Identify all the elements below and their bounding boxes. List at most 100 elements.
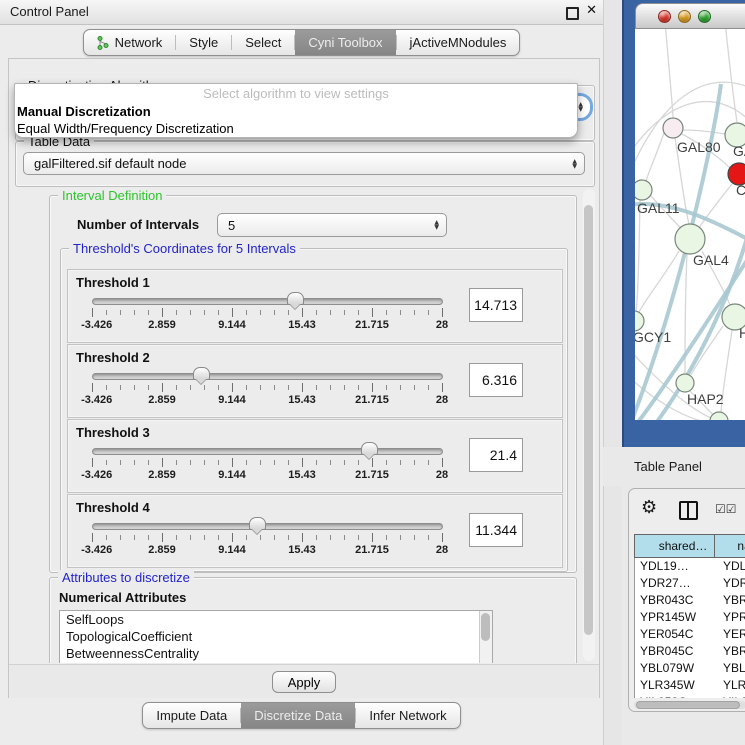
table-row[interactable]: YBR045CYBR045C bbox=[635, 643, 745, 660]
number-of-intervals-spinner[interactable]: 5 ▲▼ bbox=[217, 213, 447, 237]
close-traffic-light-icon[interactable] bbox=[658, 10, 671, 23]
network-node-gal11[interactable] bbox=[635, 180, 652, 200]
tab-select[interactable]: Select bbox=[232, 30, 294, 55]
table-cell-name[interactable]: YPR145W bbox=[716, 609, 745, 626]
threshold-value-input[interactable]: 6.316 bbox=[469, 363, 523, 397]
tab-style[interactable]: Style bbox=[176, 30, 231, 55]
slider-tick-label: 15.43 bbox=[288, 544, 316, 556]
table-cell-shared[interactable]: YBR045C bbox=[635, 643, 716, 660]
tab-cyni-toolbox[interactable]: Cyni Toolbox bbox=[295, 30, 395, 55]
column-header-shared[interactable]: shared… bbox=[635, 535, 715, 557]
table-cell-shared[interactable]: YIL052C bbox=[635, 694, 716, 698]
control-panel-window: Control Panel ✕ NetworkStyleSelectCyni T… bbox=[0, 0, 603, 745]
threshold-value-input[interactable]: 11.344 bbox=[469, 513, 523, 547]
table-cell-shared[interactable]: YDR27… bbox=[635, 575, 716, 592]
table-cell-name[interactable]: YBL079W bbox=[716, 660, 745, 677]
checkboxes-icon[interactable]: ☑☑ bbox=[715, 502, 737, 516]
list-scrollbar[interactable] bbox=[479, 611, 492, 663]
panel-vertical-scrollbar[interactable] bbox=[583, 189, 595, 661]
network-node-gal80[interactable] bbox=[663, 118, 683, 138]
attribute-list-item[interactable]: TopologicalCoefficient bbox=[60, 628, 492, 645]
threshold-slider-track[interactable] bbox=[92, 298, 443, 305]
float-window-icon[interactable] bbox=[566, 7, 579, 20]
tab-network[interactable]: Network bbox=[84, 30, 176, 55]
tab-label: Discretize Data bbox=[254, 708, 342, 723]
threshold-panel-1: Threshold 1 -3.4262.8599.14415.4321.7152… bbox=[67, 269, 563, 343]
slider-tick-label: 28 bbox=[436, 544, 448, 556]
slider-tick-label: 28 bbox=[436, 394, 448, 406]
table-row[interactable]: YLR345WYLR345W bbox=[635, 677, 745, 694]
table-cell-shared[interactable]: YPR145W bbox=[635, 609, 716, 626]
slider-minor-ticks bbox=[92, 310, 444, 315]
threshold-slider-thumb[interactable] bbox=[361, 442, 378, 455]
tab-label: Select bbox=[245, 35, 281, 50]
zoom-traffic-light-icon[interactable] bbox=[698, 10, 711, 23]
table-row[interactable]: YPR145WYPR145W bbox=[635, 609, 745, 626]
tab-discretize-data[interactable]: Discretize Data bbox=[241, 703, 355, 728]
network-icon bbox=[97, 36, 109, 50]
table-cell-shared[interactable]: YBR043C bbox=[635, 592, 716, 609]
apply-button[interactable]: Apply bbox=[272, 671, 336, 693]
threshold-slider-track[interactable] bbox=[92, 523, 443, 530]
network-node-gcy1[interactable] bbox=[635, 311, 644, 331]
bottom-tab-group: Impute Data Discretize Data Infer Network bbox=[142, 702, 460, 729]
table-cell-shared[interactable]: YER054C bbox=[635, 626, 716, 643]
scrollbar-thumb[interactable] bbox=[584, 205, 593, 635]
panel-splitter[interactable] bbox=[603, 0, 622, 745]
network-node-label: GAL80 bbox=[677, 139, 721, 155]
application-root: Control Panel ✕ NetworkStyleSelectCyni T… bbox=[0, 0, 745, 745]
network-node-gal4[interactable] bbox=[675, 224, 705, 254]
minimize-traffic-light-icon[interactable] bbox=[678, 10, 691, 23]
attribute-list-item[interactable]: SelfLoops bbox=[60, 611, 492, 628]
attribute-list-item[interactable]: BetweennessCentrality bbox=[60, 645, 492, 662]
threshold-value-input[interactable]: 14.713 bbox=[469, 288, 523, 322]
network-window-titlebar[interactable] bbox=[635, 3, 745, 29]
threshold-value-input[interactable]: 21.4 bbox=[469, 438, 523, 472]
threshold-slider-track[interactable] bbox=[92, 448, 443, 455]
threshold-slider-thumb[interactable] bbox=[287, 292, 304, 305]
popup-option-equal-width-frequency[interactable]: Equal Width/Frequency Discretization bbox=[15, 120, 577, 137]
threshold-slider-track[interactable] bbox=[92, 373, 443, 380]
table-horizontal-scrollbar[interactable] bbox=[634, 701, 745, 709]
table-cell-shared[interactable]: YLR345W bbox=[635, 677, 716, 694]
gear-icon[interactable]: ⚙ bbox=[641, 497, 657, 518]
table-row[interactable]: YBR043CYBR043C bbox=[635, 592, 745, 609]
table-cell-name[interactable]: YLR345W bbox=[716, 677, 745, 694]
slider-tick-label: 21.715 bbox=[355, 544, 389, 556]
close-icon[interactable]: ✕ bbox=[586, 3, 597, 18]
network-canvas[interactable]: GAL80GACGAL11GAL4GCY1HHAP2 bbox=[635, 29, 745, 420]
tab-jactivemnodules[interactable]: jActiveMNodules bbox=[397, 30, 520, 55]
threshold-slider-thumb[interactable] bbox=[249, 517, 266, 530]
popup-option-manual-discretization[interactable]: Manual Discretization bbox=[15, 103, 577, 120]
scrollbar-thumb[interactable] bbox=[636, 701, 740, 709]
network-node[interactable] bbox=[710, 412, 728, 420]
column-header-name[interactable]: name bbox=[715, 535, 745, 557]
threshold-slider-thumb[interactable] bbox=[193, 367, 210, 380]
table-data-combobox[interactable]: galFiltered.sif default node ▲▼ bbox=[23, 152, 585, 175]
slider-tick-label: 28 bbox=[436, 319, 448, 331]
combo-arrows-icon: ▲▼ bbox=[572, 159, 577, 169]
threshold-label: Threshold 2 bbox=[76, 350, 150, 365]
table-row[interactable]: YDR27…YDR27 bbox=[635, 575, 745, 592]
table-cell-name[interactable]: YBR043C bbox=[716, 592, 745, 609]
table-row[interactable]: YIL052CYIL052C bbox=[635, 694, 745, 698]
split-columns-icon[interactable] bbox=[679, 501, 698, 520]
table-row[interactable]: YBL079WYBL079W bbox=[635, 660, 745, 677]
table-cell-name[interactable]: YBR045C bbox=[716, 643, 745, 660]
slider-tick-label: 9.144 bbox=[218, 544, 246, 556]
table-cell-name[interactable]: YER054C bbox=[716, 626, 745, 643]
table-cell-shared[interactable]: YDL19… bbox=[635, 558, 716, 575]
table-cell-name[interactable]: YDL19 bbox=[716, 558, 745, 575]
tab-infer-network[interactable]: Infer Network bbox=[356, 703, 459, 728]
network-node-hap2[interactable] bbox=[676, 374, 694, 392]
table-row[interactable]: YER054CYER054C bbox=[635, 626, 745, 643]
numerical-attributes-heading: Numerical Attributes bbox=[59, 590, 186, 605]
table-row[interactable]: YDL19…YDL19 bbox=[635, 558, 745, 575]
table-cell-shared[interactable]: YBL079W bbox=[635, 660, 716, 677]
table-cell-name[interactable]: YDR27 bbox=[716, 575, 745, 592]
threshold-label: Threshold 3 bbox=[76, 425, 150, 440]
tab-impute-data[interactable]: Impute Data bbox=[143, 703, 240, 728]
scrollbar-thumb[interactable] bbox=[481, 613, 490, 641]
numerical-attributes-list: SelfLoopsTopologicalCoefficientBetweenne… bbox=[59, 610, 493, 663]
table-cell-name[interactable]: YIL052C bbox=[716, 694, 745, 698]
